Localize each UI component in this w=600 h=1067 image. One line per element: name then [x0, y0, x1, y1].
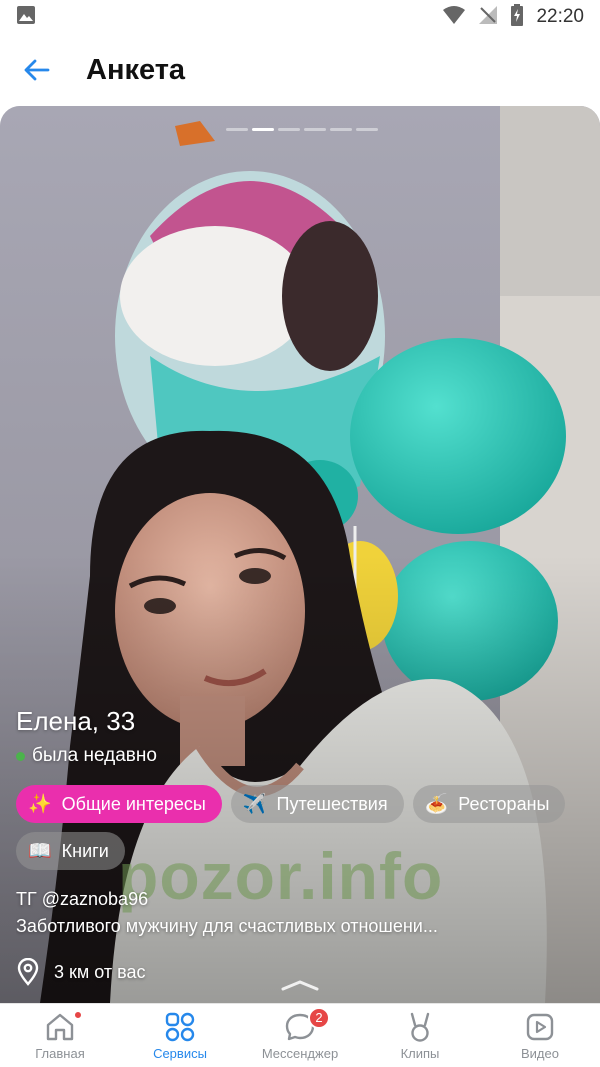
- nav-clips[interactable]: Клипы: [360, 1004, 480, 1067]
- tag-label: Книги: [61, 840, 109, 861]
- tag-travel[interactable]: ✈️ Путешествия: [230, 785, 404, 823]
- nav-label: Мессенджер: [261, 1045, 339, 1061]
- clips-icon: [410, 1012, 430, 1042]
- pager-segment: [226, 128, 248, 131]
- nav-label: Видео: [521, 1045, 559, 1061]
- battery-charging-icon: [510, 3, 524, 31]
- tag-label: Рестораны: [458, 793, 550, 814]
- page-title: Анкета: [86, 53, 186, 86]
- profile-info: Елена, 33 была недавно ✨ Общие интересы …: [16, 706, 586, 986]
- home-icon: [46, 1013, 74, 1040]
- location-pin-icon: [17, 958, 39, 986]
- name-age: Елена, 33: [16, 706, 136, 736]
- bio-line: Заботливого мужчину для счастливых отнош…: [16, 916, 438, 936]
- bio: ТГ @zaznoba96 Заботливого мужчину для сч…: [16, 886, 586, 940]
- tag-common-interests[interactable]: ✨ Общие интересы: [16, 785, 222, 823]
- no-signal-icon: [478, 5, 498, 30]
- pager-segment: [356, 128, 378, 131]
- online-status: была недавно: [16, 745, 586, 767]
- nav-video[interactable]: Видео: [480, 1004, 600, 1067]
- pager-segment: [330, 128, 352, 131]
- pager-segment-active: [252, 128, 274, 131]
- arrow-left-icon: [24, 59, 50, 81]
- airplane-icon: ✈️: [242, 794, 267, 815]
- back-button[interactable]: [0, 34, 72, 106]
- nav-messenger[interactable]: 2 Мессенджер: [240, 1004, 360, 1067]
- interest-tags: ✨ Общие интересы ✈️ Путешествия 🍝 Рестор…: [16, 785, 586, 870]
- tag-books[interactable]: 📖 Книги: [16, 832, 125, 870]
- bottom-navigation: Главная Сервисы 2 Мессенджер Клипы Видео: [0, 1003, 600, 1067]
- video-icon: [526, 1013, 554, 1040]
- tag-label: Общие интересы: [61, 793, 206, 814]
- header: Анкета: [0, 34, 600, 106]
- expand-button[interactable]: [280, 978, 320, 997]
- nav-label: Главная: [35, 1045, 85, 1061]
- chevron-up-icon: [281, 980, 319, 991]
- nav-label: Сервисы: [153, 1045, 207, 1061]
- clock: 22:20: [536, 6, 584, 27]
- pager-segment: [304, 128, 326, 131]
- online-dot: [16, 751, 25, 761]
- gallery-notification-icon: [16, 5, 36, 30]
- pager-segment: [278, 128, 300, 131]
- status-bar: 22:20: [0, 0, 600, 34]
- sparkles-icon: ✨: [28, 794, 52, 815]
- nav-home[interactable]: Главная: [0, 1004, 120, 1067]
- tag-label: Путешествия: [276, 793, 388, 814]
- distance: 3 км от вас: [54, 961, 146, 982]
- photo-pager: [226, 128, 378, 131]
- book-icon: 📖: [28, 841, 52, 862]
- unread-count-badge: 2: [308, 1006, 330, 1029]
- tag-restaurants[interactable]: 🍝 Рестораны: [412, 785, 566, 823]
- notification-dot: [74, 1010, 82, 1019]
- wifi-icon: [442, 5, 466, 30]
- spaghetti-icon: 🍝: [424, 794, 449, 815]
- profile-card[interactable]: pozor.info Елена, 33 была недавно ✨ Общи…: [0, 106, 600, 1003]
- nav-services[interactable]: Сервисы: [120, 1004, 240, 1067]
- nav-label: Клипы: [400, 1045, 440, 1061]
- online-status-text: была недавно: [32, 745, 157, 766]
- bio-line: ТГ @zaznoba96: [16, 889, 149, 909]
- services-icon: [165, 1012, 195, 1041]
